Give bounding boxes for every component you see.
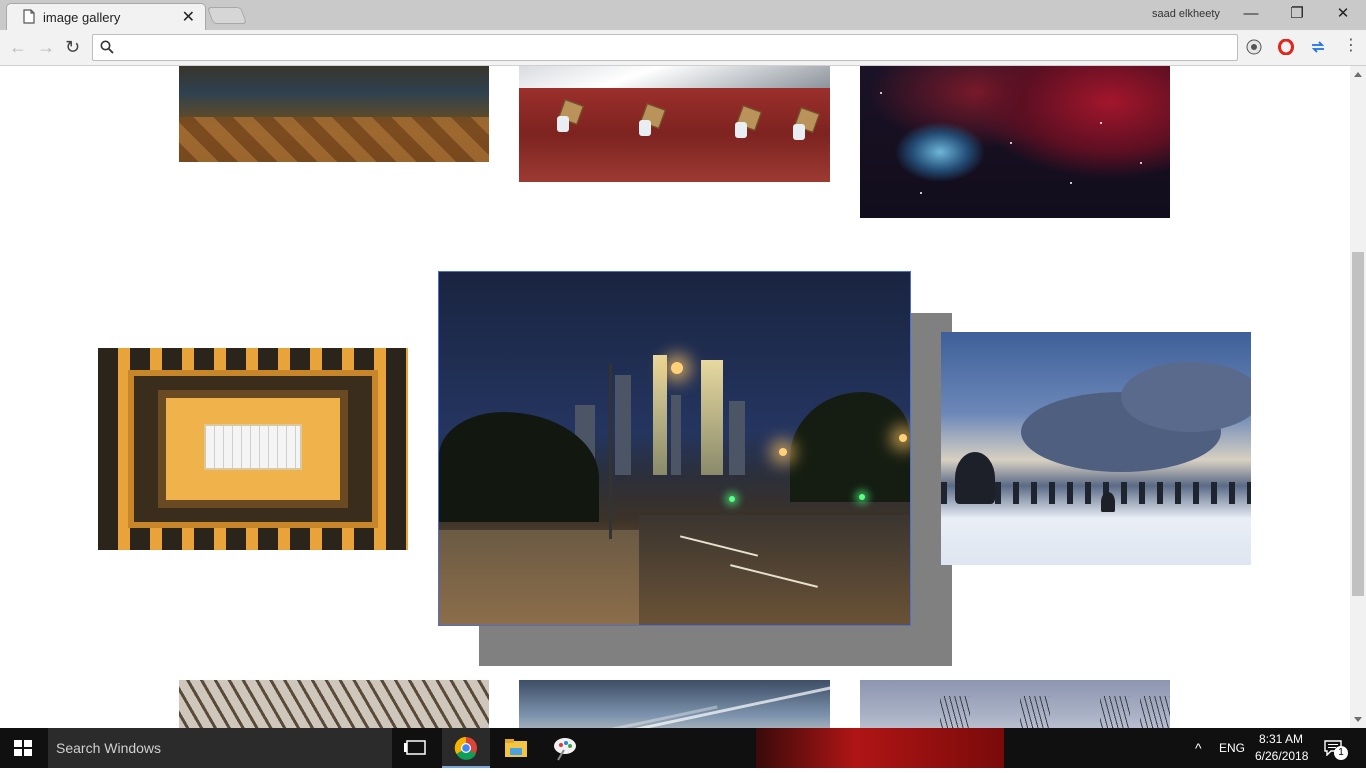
gallery-page — [0, 66, 1350, 728]
photo-palace-interior[interactable] — [179, 66, 489, 162]
photo-city-night-selected[interactable] — [438, 271, 911, 626]
restore-button[interactable]: ❐ — [1287, 4, 1307, 24]
clock-date[interactable]: 6/26/2018 — [1255, 749, 1308, 763]
input-language[interactable]: ENG — [1219, 741, 1245, 755]
file-explorer-icon[interactable] — [492, 728, 540, 768]
address-bar[interactable] — [92, 34, 1238, 61]
page-scrollbar[interactable] — [1350, 66, 1366, 728]
porter-figure — [791, 107, 820, 140]
photo-winter-trees[interactable] — [860, 680, 1170, 728]
scroll-down-arrow-icon[interactable] — [1354, 717, 1362, 722]
tray-chevron-icon[interactable]: ^ — [1195, 740, 1202, 756]
back-button[interactable]: ← — [9, 37, 27, 57]
porter-figure — [555, 99, 584, 132]
road — [639, 515, 910, 625]
mountain-peak — [519, 66, 830, 88]
notification-count-badge: 1 — [1334, 746, 1348, 760]
title-bar: image gallery ✕ saad elkheety — ❐ ✕ — [0, 0, 1366, 30]
scroll-thumb[interactable] — [1352, 252, 1364, 596]
palace-floor — [179, 117, 489, 162]
forward-button[interactable]: → — [37, 37, 55, 57]
skylight — [204, 424, 302, 470]
scroll-up-arrow-icon[interactable] — [1354, 72, 1362, 77]
sync-icon[interactable] — [1310, 39, 1326, 55]
page-icon — [23, 9, 35, 24]
new-tab-button[interactable] — [206, 7, 248, 24]
profile-name[interactable]: saad elkheety — [1152, 8, 1220, 20]
photo-nebula[interactable] — [860, 66, 1170, 218]
photo-bare-branches[interactable] — [179, 680, 489, 728]
desktop-wallpaper-strip — [756, 728, 1004, 768]
photo-ceiling-skylight[interactable] — [98, 348, 408, 550]
taskbar-search-box[interactable]: Search Windows — [48, 728, 392, 768]
tab-title: image gallery — [43, 10, 121, 25]
paint-icon[interactable] — [542, 728, 590, 768]
search-icon — [100, 40, 114, 54]
browser-toolbar: ← → ↻ ⋮ — [0, 30, 1366, 66]
chrome-icon[interactable] — [442, 728, 490, 768]
search-placeholder: Search Windows — [56, 740, 162, 756]
street-lamp — [671, 362, 683, 374]
reload-button[interactable]: ↻ — [65, 37, 80, 57]
reader-icon[interactable] — [1246, 39, 1262, 55]
photo-porters-red-rock[interactable] — [519, 66, 830, 182]
windows-start-icon[interactable] — [14, 740, 32, 756]
clock-time[interactable]: 8:31 AM — [1259, 732, 1303, 746]
taskbar: Search Windows ^ ENG 8:31 AM 6/26/2018 1 — [0, 728, 1366, 768]
task-view-icon[interactable] — [392, 728, 440, 768]
minimize-button[interactable]: — — [1241, 4, 1261, 24]
tab-image-gallery[interactable]: image gallery ✕ — [6, 3, 206, 30]
photo-snowy-field[interactable] — [941, 332, 1251, 565]
opera-icon[interactable] — [1278, 39, 1294, 55]
close-window-button[interactable]: ✕ — [1333, 4, 1353, 24]
porter-figure — [637, 103, 666, 136]
porter-figure — [733, 105, 762, 138]
browser-menu-button[interactable]: ⋮ — [1343, 38, 1359, 54]
tab-close-icon[interactable]: ✕ — [182, 7, 195, 27]
photo-contrail-sky[interactable] — [519, 680, 830, 728]
